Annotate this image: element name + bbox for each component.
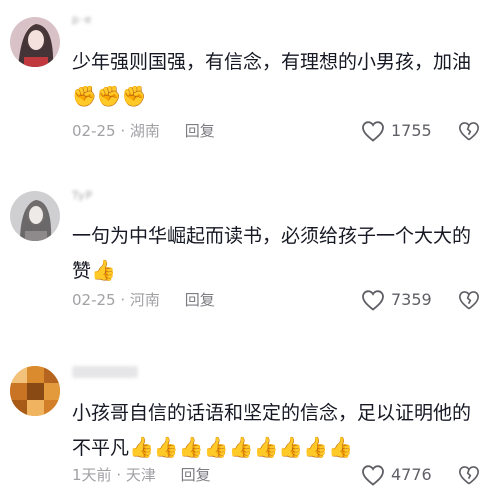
fist-emoji: ✊✊✊ xyxy=(72,84,147,108)
like-button[interactable]: 1755 xyxy=(361,119,432,143)
broken-heart-icon[interactable] xyxy=(458,289,480,311)
comment-item: TyP 一句为中华崛起而读书，必须给孩子一个大大的赞👍 02-25 · 河南 回… xyxy=(0,175,500,340)
meta-separator: · xyxy=(120,291,130,309)
comment-text-content: 少年强则国强，有信念，有理想的小男孩，加油 xyxy=(72,51,472,73)
comment-date: 02-25 xyxy=(72,291,116,309)
comment-meta: 1天前 · 天津 回复 xyxy=(72,464,211,486)
comment-location: 湖南 xyxy=(129,122,160,140)
comment-item: 小孩哥自信的话语和坚定的信念，足以证明他的不平凡👍👍👍👍👍👍👍👍👍 1天前 · … xyxy=(0,350,500,501)
thumbs-up-emoji: 👍👍👍👍👍👍👍👍👍 xyxy=(129,435,354,459)
avatar-image xyxy=(10,191,60,241)
comment-text: 一句为中华崛起而读书，必须给孩子一个大大的赞👍 xyxy=(72,219,482,288)
comment-location: 河南 xyxy=(129,291,160,309)
like-count: 4776 xyxy=(391,465,432,484)
comment-meta: 02-25 · 湖南 回复 xyxy=(72,120,215,142)
meta-separator: · xyxy=(120,122,130,140)
comment-username[interactable] xyxy=(72,366,138,378)
thumbs-up-emoji: 👍 xyxy=(91,258,116,282)
avatar[interactable] xyxy=(10,366,60,416)
comment-text: 小孩哥自信的话语和坚定的信念，足以证明他的不平凡👍👍👍👍👍👍👍👍👍 xyxy=(72,396,482,465)
comment-date: 02-25 xyxy=(72,122,116,140)
reply-button[interactable]: 回复 xyxy=(185,291,215,309)
comment-username[interactable]: p·e xyxy=(72,13,92,26)
heart-icon xyxy=(362,290,384,311)
heart-icon xyxy=(362,121,384,142)
broken-heart-icon[interactable] xyxy=(458,464,480,486)
like-button[interactable]: 7359 xyxy=(361,288,432,312)
like-button[interactable]: 4776 xyxy=(361,463,432,487)
comment-text-content: 一句为中华崛起而读书，必须给孩子一个大大的赞 xyxy=(72,225,472,282)
like-count: 1755 xyxy=(391,121,432,140)
avatar[interactable] xyxy=(10,191,60,241)
like-count: 7359 xyxy=(391,290,432,309)
reply-button[interactable]: 回复 xyxy=(185,122,215,140)
comment-text: 少年强则国强，有信念，有理想的小男孩，加油 ✊✊✊ xyxy=(72,45,482,114)
comment-date: 1天前 xyxy=(72,466,112,484)
avatar-image xyxy=(10,366,60,416)
avatar-image xyxy=(10,17,60,67)
reply-button[interactable]: 回复 xyxy=(181,466,211,484)
meta-separator: · xyxy=(116,466,126,484)
heart-icon xyxy=(362,465,384,486)
comment-location: 天津 xyxy=(125,466,156,484)
comment-meta: 02-25 · 河南 回复 xyxy=(72,289,215,311)
comment-item: p·e 少年强则国强，有信念，有理想的小男孩，加油 ✊✊✊ 02-25 · 湖南 … xyxy=(0,0,500,165)
comment-username[interactable]: TyP xyxy=(72,189,93,202)
broken-heart-icon[interactable] xyxy=(458,120,480,142)
avatar[interactable] xyxy=(10,17,60,67)
